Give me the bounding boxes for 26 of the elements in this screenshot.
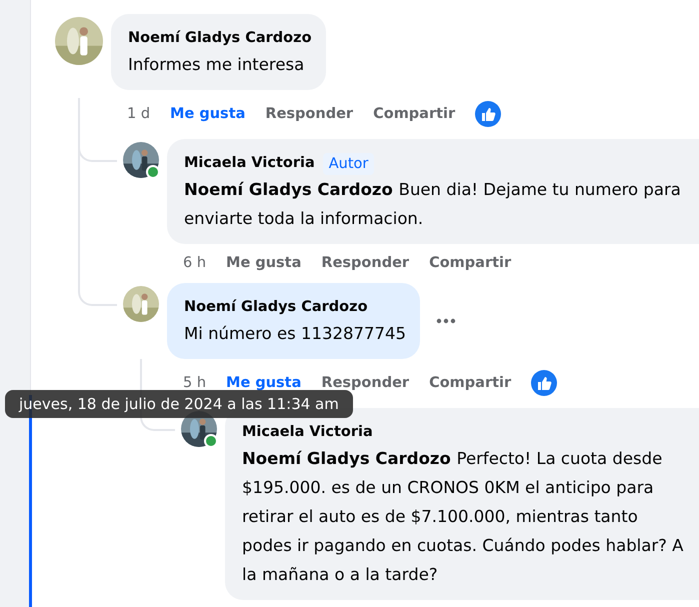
like-icon [531,370,558,396]
comment-time[interactable]: 5 h [183,375,206,391]
like-icon [475,101,502,127]
like-link[interactable]: Me gusta [170,106,246,122]
share-link[interactable]: Compartir [429,255,512,271]
date-tooltip: jueves, 18 de julio de 2024 a las 11:34 am [5,390,353,418]
comment-text: Noemí Gladys Cardozo Buen dia! Dejame tu numero para enviarte toda la informacion. [184,179,682,230]
author-badge: Autor [322,152,374,174]
comment-time[interactable]: 6 h [183,255,206,271]
comment-time[interactable]: 1 d [127,106,150,122]
share-link[interactable]: Compartir [373,106,456,122]
like-link[interactable]: Me gusta [226,375,302,391]
author-name[interactable]: Noemí Gladys Cardozo [128,27,312,50]
reply-link[interactable]: Responder [321,375,410,391]
author-name[interactable]: Noemí Gladys Cardozo [184,296,368,319]
comment-text: Informes me interesa [128,54,306,76]
share-link[interactable]: Compartir [429,375,512,391]
like-link[interactable]: Me gusta [226,255,302,271]
author-name[interactable]: Micaela Victoria [184,152,315,175]
reply-link[interactable]: Responder [321,255,410,271]
comment-text: Mi número es 1132877745 [184,323,406,345]
thread-connector [78,98,117,162]
comment-text: Noemí Gladys Cardozo Perfecto! La cuota desde $195.000. es de un CRONOS 0KM el anticipo para retirar el auto es de $7.100.000, mientras tanto podes ir pagando en cuotas. Cuándo podes hablar? A la mañana o a la tarde? [242,448,684,586]
reply-link[interactable]: Responder [265,106,354,122]
thread-connector [78,283,117,306]
author-name[interactable]: Micaela Victoria [242,421,373,444]
